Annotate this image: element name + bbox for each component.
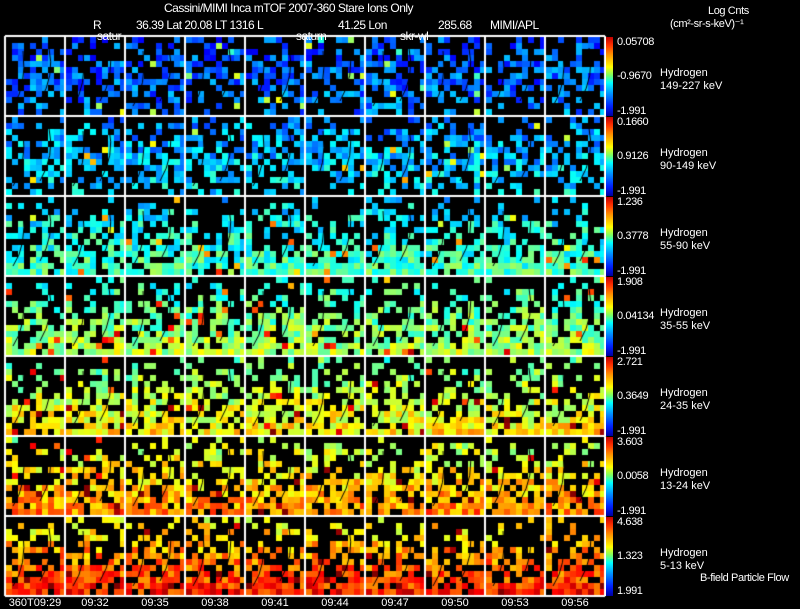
row-label: Hydrogen 35-55 keV [660, 307, 710, 333]
species: Hydrogen [660, 67, 708, 79]
colorbar-max: 0.1660 [617, 116, 649, 128]
time-tick: 09:56 [561, 597, 589, 609]
row-label: Hydrogen 149-227 keV [660, 67, 722, 93]
colorbar-max: 2.721 [617, 356, 643, 368]
colorbar-mid: 0.0058 [617, 470, 649, 482]
colorbar [605, 437, 613, 516]
colorbar-mid: 0.9126 [617, 150, 649, 162]
row-label: Hydrogen 13-24 keV [660, 467, 710, 493]
species: Hydrogen [660, 467, 708, 479]
energy-range: 24-35 keV [660, 400, 711, 412]
time-tick: 09:38 [201, 597, 229, 609]
time-tick: 09:53 [501, 597, 529, 609]
row-label: Hydrogen 5-13 keV [660, 547, 708, 573]
species: Hydrogen [660, 387, 708, 399]
time-tick: 09:50 [441, 597, 469, 609]
colorbar-mid: 1.323 [617, 550, 643, 562]
overlay-label: skr-wl [400, 29, 429, 43]
colorbar-mid: 0.04134 [617, 310, 654, 322]
row-label: Hydrogen 90-149 keV [660, 147, 716, 173]
time-tick: 09:47 [381, 597, 409, 609]
position-readout: 36.39 Lat 20.08 LT 1316 L [136, 18, 264, 32]
colorbar [605, 117, 613, 196]
row-label: Hydrogen 24-35 keV [660, 387, 710, 413]
colorbar-min: 1.991 [617, 585, 643, 597]
colorbar [605, 357, 613, 436]
overlay-label: satur [97, 29, 122, 43]
colorbar-units: (cm²-sr-s-keV)⁻¹ [670, 18, 744, 30]
time-tick: 09:35 [141, 597, 169, 609]
time-tick: 360T09:29 [8, 597, 62, 609]
lon-value: 285.68 [438, 18, 472, 32]
time-tick: 09:32 [81, 597, 109, 609]
energy-range: 149-227 keV [660, 80, 723, 92]
lon-readout: 41.25 Lon [338, 18, 387, 32]
colorbar [605, 277, 613, 356]
chart-title: Cassini/MIMI Inca mTOF 2007-360 Stare Io… [164, 1, 414, 15]
credit: MIMI/APL [490, 18, 539, 32]
footer-note: B-field Particle Flow [700, 572, 789, 584]
colorbar [605, 37, 613, 116]
colorbar-max: 1.236 [617, 196, 643, 208]
colorbar-max: 1.908 [617, 276, 643, 288]
species: Hydrogen [660, 227, 708, 239]
colorbar-title: Log Cnts [708, 5, 749, 17]
colorbar-max: 3.603 [617, 436, 643, 448]
colorbar [605, 517, 613, 596]
time-tick: 09:41 [261, 597, 289, 609]
colorbar-max: 0.05708 [617, 36, 654, 48]
colorbar-mid: 0.3649 [617, 390, 649, 402]
species: Hydrogen [660, 147, 708, 159]
overlay-label: saturn [296, 29, 327, 43]
row-label: Hydrogen 55-90 keV [660, 227, 710, 253]
colorbar [605, 197, 613, 276]
colorbar-max: 4.638 [617, 516, 643, 528]
species: Hydrogen [660, 307, 708, 319]
energy-range: 55-90 keV [660, 240, 711, 252]
colorbar-mid: -0.9670 [617, 70, 652, 82]
colorbar-mid: 0.3778 [617, 230, 649, 242]
energy-range: 13-24 keV [660, 480, 711, 492]
time-tick: 09:44 [321, 597, 349, 609]
energy-range: 90-149 keV [660, 160, 717, 172]
energy-range: 35-55 keV [660, 320, 711, 332]
species: Hydrogen [660, 547, 708, 559]
